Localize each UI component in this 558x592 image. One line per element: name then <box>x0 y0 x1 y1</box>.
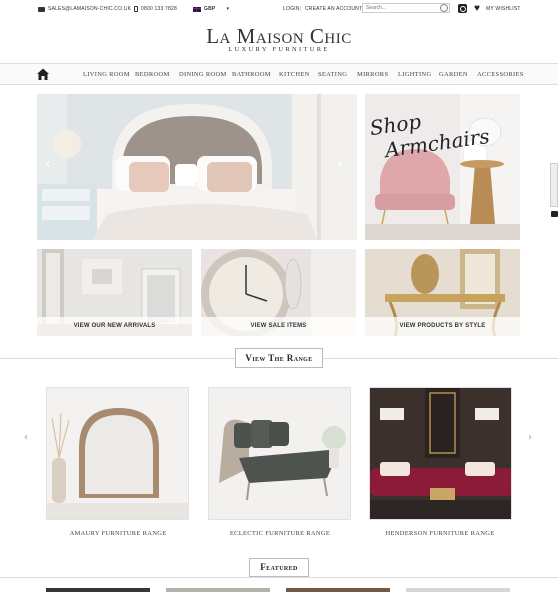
login-link[interactable]: Login <box>283 6 300 12</box>
search-icon[interactable] <box>440 4 448 12</box>
nav-kitchen[interactable]: Kitchen <box>279 71 310 78</box>
nav-bathroom[interactable]: Bathroom <box>232 71 271 78</box>
nav-garden[interactable]: Garden <box>439 71 468 78</box>
currency-selector[interactable]: GBP ▾ <box>193 6 229 12</box>
featured-product-image[interactable] <box>166 588 270 592</box>
sale-items-label: View sale items <box>201 317 356 336</box>
new-arrivals-label: View our new arrivals <box>37 317 192 336</box>
range-prev-arrow[interactable]: ‹ <box>24 432 28 443</box>
search-input[interactable] <box>362 3 450 13</box>
henderson-range-card[interactable] <box>369 387 512 520</box>
amaury-range-card[interactable] <box>46 387 189 520</box>
section-divider <box>0 577 558 578</box>
featured-heading: Featured <box>249 558 309 577</box>
wishlist-link[interactable]: My Wishlist <box>486 6 521 12</box>
nav-bedroom[interactable]: Bedroom <box>135 71 170 78</box>
shop-armchairs-banner[interactable]: Shop Armchairs <box>365 94 520 240</box>
hero-bedroom-image <box>37 94 357 240</box>
featured-product-image[interactable] <box>286 588 390 592</box>
henderson-sofa-image <box>370 388 511 519</box>
email-link[interactable]: sales@lamaison-chic.co.uk <box>48 6 131 12</box>
products-by-style-tile[interactable]: View products by style <box>365 249 520 336</box>
nav-mirrors[interactable]: Mirrors <box>357 71 388 78</box>
chat-icon[interactable] <box>551 211 558 217</box>
mail-icon <box>38 6 45 12</box>
currency-label: GBP <box>204 6 216 12</box>
nav-lighting[interactable]: Lighting <box>398 71 431 78</box>
nav-accessories[interactable]: Accessories <box>477 71 524 78</box>
nav-dining-room[interactable]: Dining Room <box>179 71 227 78</box>
heart-icon[interactable]: ♥ <box>474 4 480 14</box>
eclectic-range-label[interactable]: Eclectic Furniture Range <box>200 530 360 537</box>
home-icon[interactable] <box>36 67 50 81</box>
separator: | <box>126 6 128 12</box>
view-range-heading: View The Range <box>235 348 323 368</box>
site-logo[interactable]: La Maison Chic Luxury Furniture <box>0 25 558 53</box>
main-nav: Living Room Bedroom Dining Room Bathroom… <box>0 63 558 85</box>
nav-living-room[interactable]: Living Room <box>83 71 130 78</box>
nav-seating[interactable]: Seating <box>318 71 347 78</box>
separator: | <box>300 6 302 12</box>
eclectic-range-card[interactable] <box>208 387 351 520</box>
featured-product-image[interactable] <box>406 588 510 592</box>
sale-items-tile[interactable]: View sale items <box>201 249 356 336</box>
phone-icon <box>134 6 138 12</box>
range-next-arrow[interactable]: › <box>528 432 532 443</box>
hero-prev-arrow[interactable]: ‹ <box>45 156 51 172</box>
instagram-icon[interactable] <box>458 4 467 13</box>
phone-contact[interactable]: 0800 133 7828 <box>134 6 177 12</box>
feedback-side-tab[interactable] <box>550 163 558 207</box>
amaury-range-label[interactable]: Amaury Furniture Range <box>38 530 198 537</box>
hero-next-arrow[interactable]: › <box>337 156 343 172</box>
create-account-link[interactable]: Create An Account <box>305 6 362 12</box>
uk-flag-icon <box>193 6 201 12</box>
logo-title: La Maison Chic <box>206 24 352 48</box>
henderson-range-label[interactable]: Henderson Furniture Range <box>360 530 520 537</box>
eclectic-chaise-image <box>209 388 350 519</box>
new-arrivals-tile[interactable]: View our new arrivals <box>37 249 192 336</box>
chevron-down-icon: ▾ <box>226 6 230 12</box>
products-by-style-label: View products by style <box>365 317 520 336</box>
amaury-mirror-image <box>47 388 188 519</box>
top-bar: sales@lamaison-chic.co.uk | 0800 133 782… <box>0 0 558 18</box>
hero-slider[interactable]: ‹ › <box>37 94 357 240</box>
email-contact[interactable]: sales@lamaison-chic.co.uk <box>38 6 131 12</box>
featured-product-image[interactable] <box>46 588 150 592</box>
phone-number[interactable]: 0800 133 7828 <box>141 6 177 12</box>
logo-subtitle: Luxury Furniture <box>228 46 330 53</box>
